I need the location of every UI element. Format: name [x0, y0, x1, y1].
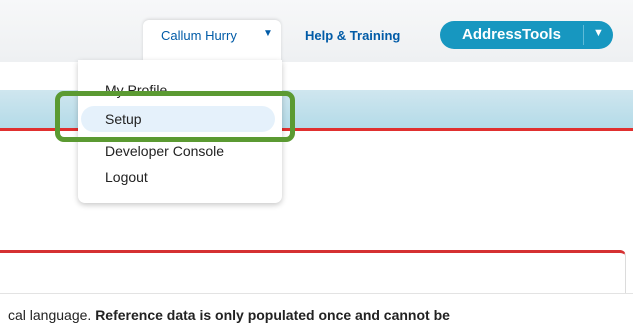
app-switcher-divider — [583, 25, 584, 45]
menu-item-logout[interactable]: Logout — [105, 169, 148, 185]
caret-down-icon[interactable]: ▼ — [593, 27, 604, 39]
caret-down-icon[interactable]: ▼ — [263, 28, 273, 39]
panel-divider — [0, 293, 633, 294]
body-text: cal language. Reference data is only pop… — [8, 307, 450, 323]
user-name-label[interactable]: Callum Hurry — [161, 28, 237, 43]
menu-item-developer-console[interactable]: Developer Console — [105, 143, 224, 159]
body-text-bold: Reference data is only populated once an… — [95, 307, 450, 323]
body-text-regular: cal language. — [8, 307, 96, 323]
app-name-label: AddressTools — [462, 26, 561, 43]
content-panel-header — [0, 250, 626, 294]
annotation-highlight-box — [55, 91, 295, 142]
help-training-link[interactable]: Help & Training — [305, 28, 400, 43]
app-switcher-button[interactable]: AddressTools ▼ — [440, 21, 613, 49]
